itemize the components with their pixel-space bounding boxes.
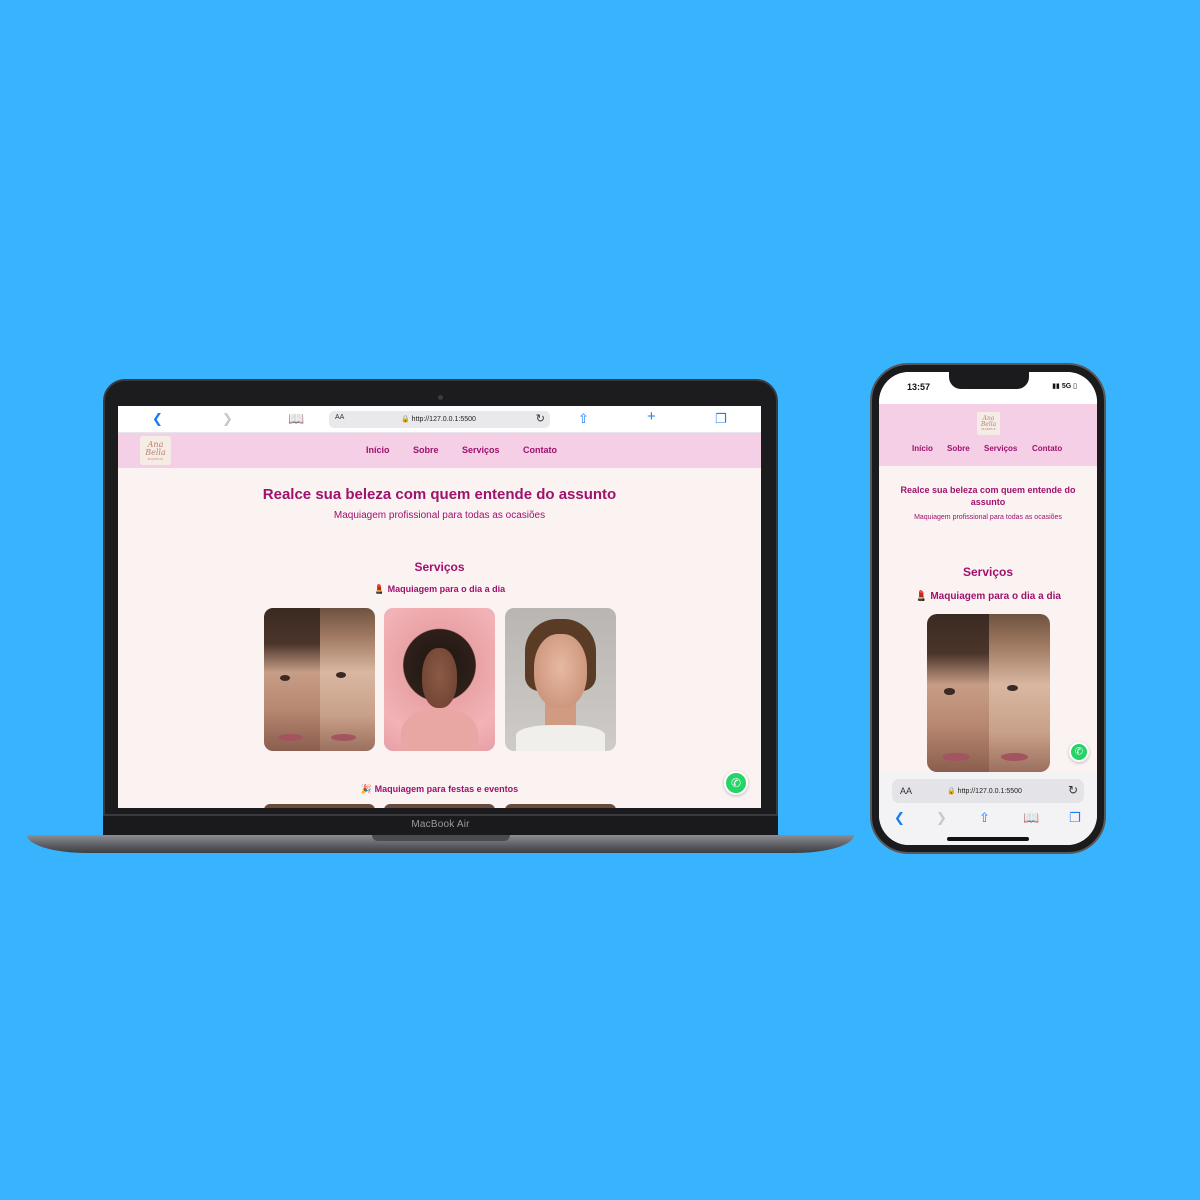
nav-contato-mobile[interactable]: Contato — [1032, 444, 1062, 453]
phone-notch — [949, 372, 1029, 389]
site-header-mobile: Ana Bella MAKEUP Início Sobre Serviços C… — [879, 404, 1097, 466]
status-signal: ▮▮ 5G ▯ — [1052, 383, 1077, 390]
nav-inicio-mobile[interactable]: Início — [912, 444, 933, 453]
logo[interactable]: Ana Bella MAKEUP — [140, 436, 171, 465]
tabs-icon[interactable]: ❐ — [1069, 810, 1081, 826]
reader-aa[interactable]: AA — [335, 414, 344, 421]
address-bar-mobile[interactable]: AA 🔒 http://127.0.0.1:5500 ↻ — [892, 779, 1084, 803]
site-header: Ana Bella MAKEUP Início Sobre Serviços C… — [118, 433, 761, 468]
whatsapp-button-mobile[interactable]: ✆ — [1069, 742, 1089, 762]
service-category-daily: 💄 Maquiagem para o dia a dia — [373, 584, 506, 594]
service-photo-1 — [264, 608, 375, 751]
hero-subtitle: Maquiagem profissional para todas as oca… — [333, 510, 546, 521]
service-category-events: 🎉 Maquiagem para festas e eventos — [360, 784, 519, 794]
chevron-right-icon[interactable]: ❯ — [222, 411, 233, 427]
hero-subtitle-mobile: Maquiagem profissional para todas as oca… — [914, 514, 1062, 521]
address-bar[interactable]: AA 🔒 http://127.0.0.1:5500 ↻ — [329, 411, 550, 428]
status-time: 13:57 — [907, 382, 931, 392]
laptop-camera — [438, 395, 443, 400]
nav-servicos-mobile[interactable]: Serviços — [984, 444, 1017, 453]
share-icon[interactable]: ⇧ — [578, 411, 589, 427]
whatsapp-button[interactable]: ✆ — [724, 771, 748, 795]
service-photo-5 — [384, 804, 495, 808]
services-title-mobile: Serviços — [962, 565, 1014, 579]
lipstick-icon: 💄 — [373, 584, 386, 594]
plus-icon[interactable]: + — [647, 409, 656, 425]
home-indicator — [947, 837, 1029, 841]
lipstick-icon: 💄 — [915, 591, 928, 602]
services-title: Serviços — [414, 560, 465, 574]
reload-icon[interactable]: ↻ — [536, 412, 545, 425]
service-photo-3 — [505, 608, 616, 751]
browser-bottom-bar: AA 🔒 http://127.0.0.1:5500 ↻ ❮ ❯ ⇧ 📖 ❐ — [879, 772, 1097, 845]
book-icon[interactable]: 📖 — [1023, 810, 1039, 826]
device-label: MacBook Air — [411, 819, 470, 830]
hero-title: Realce sua beleza com quem entende do as… — [262, 486, 617, 503]
url-text[interactable]: 🔒 http://127.0.0.1:5500 — [401, 415, 476, 423]
laptop-hinge-notch — [372, 835, 510, 841]
reader-aa-mobile[interactable]: AA — [900, 786, 912, 796]
reload-icon[interactable]: ↻ — [1068, 783, 1078, 797]
whatsapp-icon: ✆ — [730, 776, 742, 790]
chevron-right-icon[interactable]: ❯ — [936, 810, 947, 826]
tabs-icon[interactable]: ❐ — [715, 411, 727, 427]
share-icon[interactable]: ⇧ — [979, 810, 990, 826]
nav-contato[interactable]: Contato — [523, 445, 557, 455]
party-popper-icon: 🎉 — [360, 784, 373, 794]
logo-mobile[interactable]: Ana Bella MAKEUP — [977, 412, 1000, 435]
nav-servicos[interactable]: Serviços — [462, 445, 500, 455]
service-photo-2 — [384, 608, 495, 751]
browser-toolbar: ❮ ❯ 📖 AA 🔒 http://127.0.0.1:5500 ↻ ⇧ + ❐ — [118, 406, 761, 433]
service-photo-mobile — [927, 614, 1050, 772]
nav-sobre-mobile[interactable]: Sobre — [947, 444, 970, 453]
book-icon[interactable]: 📖 — [288, 411, 304, 427]
nav-inicio[interactable]: Início — [366, 445, 390, 455]
chevron-left-icon[interactable]: ❮ — [152, 411, 163, 427]
laptop-screen: ❮ ❯ 📖 AA 🔒 http://127.0.0.1:5500 ↻ ⇧ + ❐… — [118, 406, 761, 808]
laptop-chin: MacBook Air — [103, 816, 778, 836]
phone-screen: 13:57 ▮▮ 5G ▯ Ana Bella MAKEUP Início So… — [879, 372, 1097, 845]
service-photo-6 — [505, 804, 616, 808]
whatsapp-icon: ✆ — [1074, 746, 1084, 758]
service-category-daily-mobile: 💄 Maquiagem para o dia a dia — [915, 591, 1061, 602]
chevron-left-icon[interactable]: ❮ — [894, 810, 905, 826]
nav-sobre[interactable]: Sobre — [413, 445, 439, 455]
url-text-mobile[interactable]: 🔒 http://127.0.0.1:5500 — [947, 787, 1022, 795]
service-photo-4 — [264, 804, 375, 808]
hero-title-mobile: Realce sua beleza com quem entende do as… — [900, 485, 1076, 507]
